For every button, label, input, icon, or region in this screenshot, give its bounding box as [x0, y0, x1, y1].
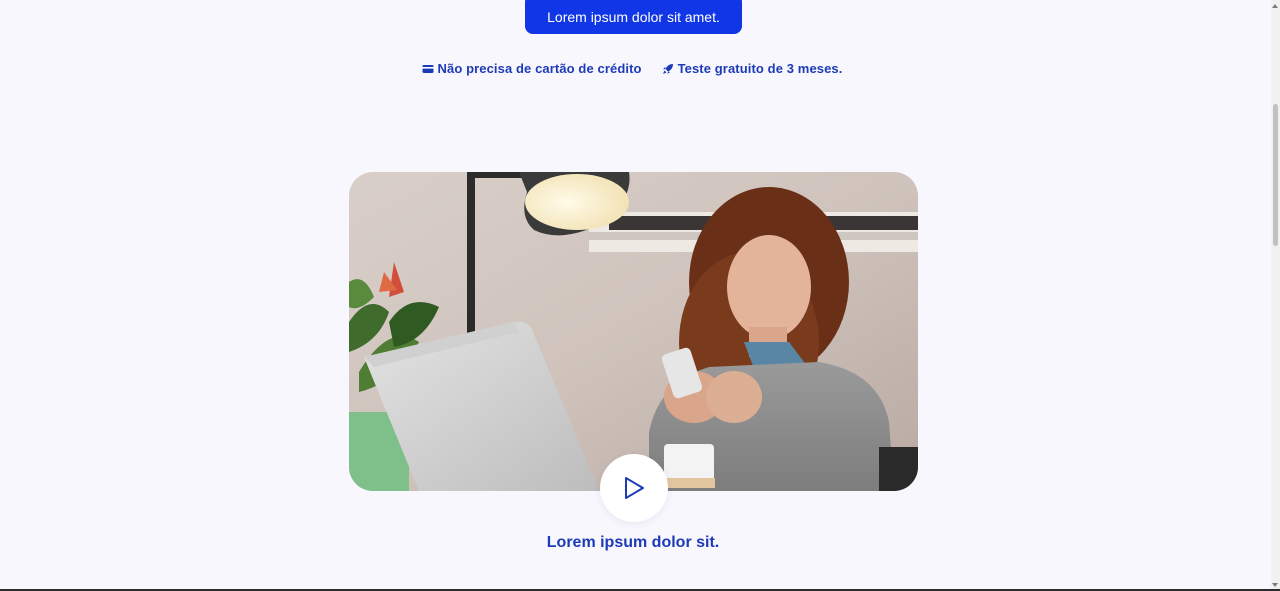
play-icon [625, 477, 644, 499]
feature-list: Não precisa de cartão de crédito Teste g… [0, 61, 1264, 76]
cta-button[interactable]: Lorem ipsum dolor sit amet. [525, 0, 742, 34]
page: Lorem ipsum dolor sit amet. Não precisa … [0, 0, 1280, 591]
credit-card-icon [422, 63, 434, 75]
rocket-icon [662, 63, 674, 75]
scrollbar-thumb[interactable] [1273, 104, 1278, 246]
play-button[interactable] [600, 454, 668, 522]
feature-free-trial: Teste gratuito de 3 meses. [662, 61, 843, 76]
scroll-up-icon[interactable] [1272, 4, 1278, 8]
vertical-scrollbar[interactable] [1271, 0, 1280, 591]
feature-no-credit-card: Não precisa de cartão de crédito [422, 61, 642, 76]
feature-label: Teste gratuito de 3 meses. [677, 61, 843, 76]
video-thumbnail-image [349, 172, 918, 491]
feature-label: Não precisa de cartão de crédito [437, 61, 642, 76]
scroll-down-icon[interactable] [1272, 583, 1278, 587]
video-caption: Lorem ipsum dolor sit. [546, 534, 720, 551]
video-thumbnail[interactable] [349, 172, 918, 491]
